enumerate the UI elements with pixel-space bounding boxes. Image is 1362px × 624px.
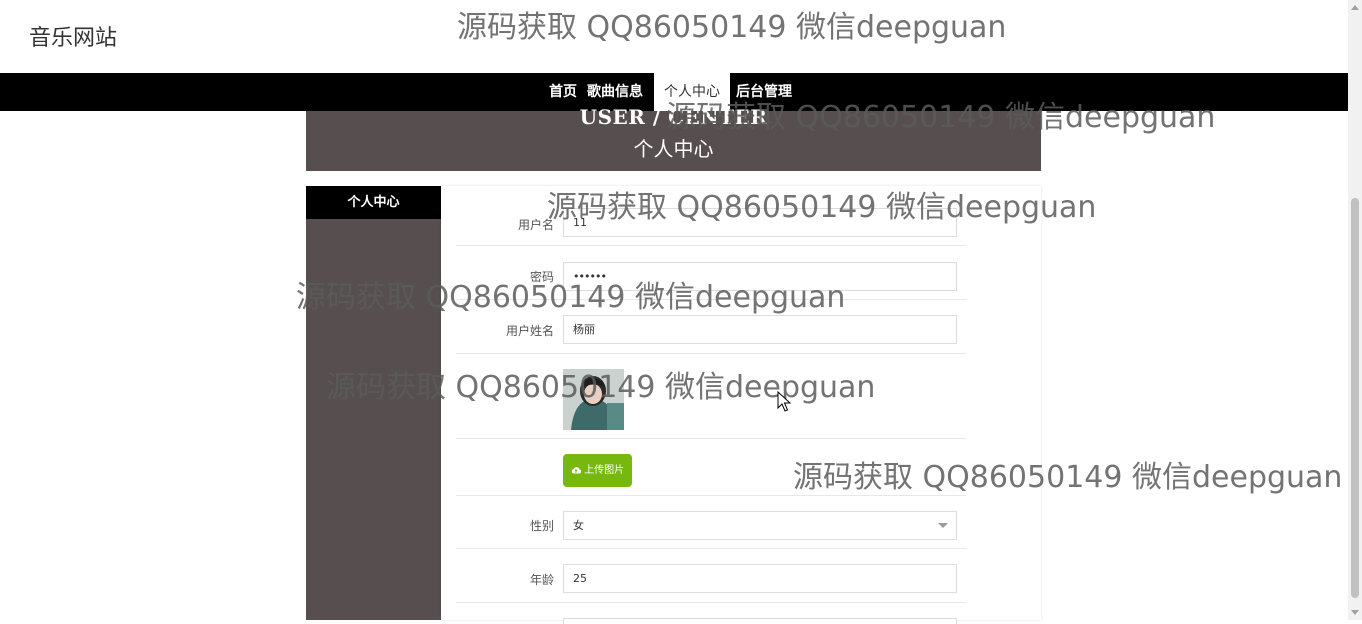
watermark: 源码获取 QQ86050149 微信deepguan <box>457 10 1007 45</box>
avatar-image <box>563 369 624 430</box>
form-row-gender: 性别 女 <box>456 496 966 549</box>
age-input[interactable]: 25 <box>563 564 957 593</box>
sidebar: 个人中心 <box>306 186 441 620</box>
scroll-down-icon[interactable] <box>1351 610 1359 615</box>
profile-form: 用户名 11 密码 •••••• 用户姓名 杨丽 性别 女 年龄 25 上传图片 <box>441 186 1041 624</box>
form-row-password: 密码 •••••• <box>456 246 966 300</box>
upload-image-label: 上传图片 <box>584 465 625 476</box>
form-row-realname: 用户姓名 杨丽 <box>456 300 966 354</box>
gender-label: 性别 <box>529 519 554 533</box>
site-title: 音乐网站 <box>29 26 118 51</box>
gender-select[interactable]: 女 <box>563 511 957 540</box>
next-field-input[interactable] <box>563 618 957 624</box>
mouse-cursor-icon <box>777 391 791 412</box>
realname-input[interactable]: 杨丽 <box>563 315 957 344</box>
sidebar-item-user-center[interactable]: 个人中心 <box>306 186 441 219</box>
age-label: 年龄 <box>529 573 554 587</box>
cloud-upload-icon <box>571 467 582 474</box>
scrollbar-thumb[interactable] <box>1351 198 1359 598</box>
upload-image-button[interactable]: 上传图片 <box>563 454 632 487</box>
chevron-down-icon <box>938 523 948 528</box>
scroll-up-icon[interactable] <box>1351 5 1359 10</box>
password-label: 密码 <box>529 270 554 284</box>
gender-selected-value: 女 <box>573 519 584 532</box>
username-input[interactable]: 11 <box>563 208 957 237</box>
form-row-username: 用户名 11 <box>456 186 966 246</box>
page-banner: USER / CENTER 个人中心 <box>306 105 1041 171</box>
form-row-age: 年龄 25 <box>456 549 966 603</box>
realname-label: 用户姓名 <box>505 324 554 338</box>
banner-title-cn: 个人中心 <box>633 137 714 161</box>
form-row-upload <box>456 439 966 496</box>
page-scrollbar[interactable] <box>1348 0 1362 620</box>
form-row-avatar <box>456 354 966 439</box>
banner-title-en: USER / CENTER <box>579 105 768 129</box>
password-input[interactable]: •••••• <box>563 262 957 291</box>
username-label: 用户名 <box>517 218 554 232</box>
